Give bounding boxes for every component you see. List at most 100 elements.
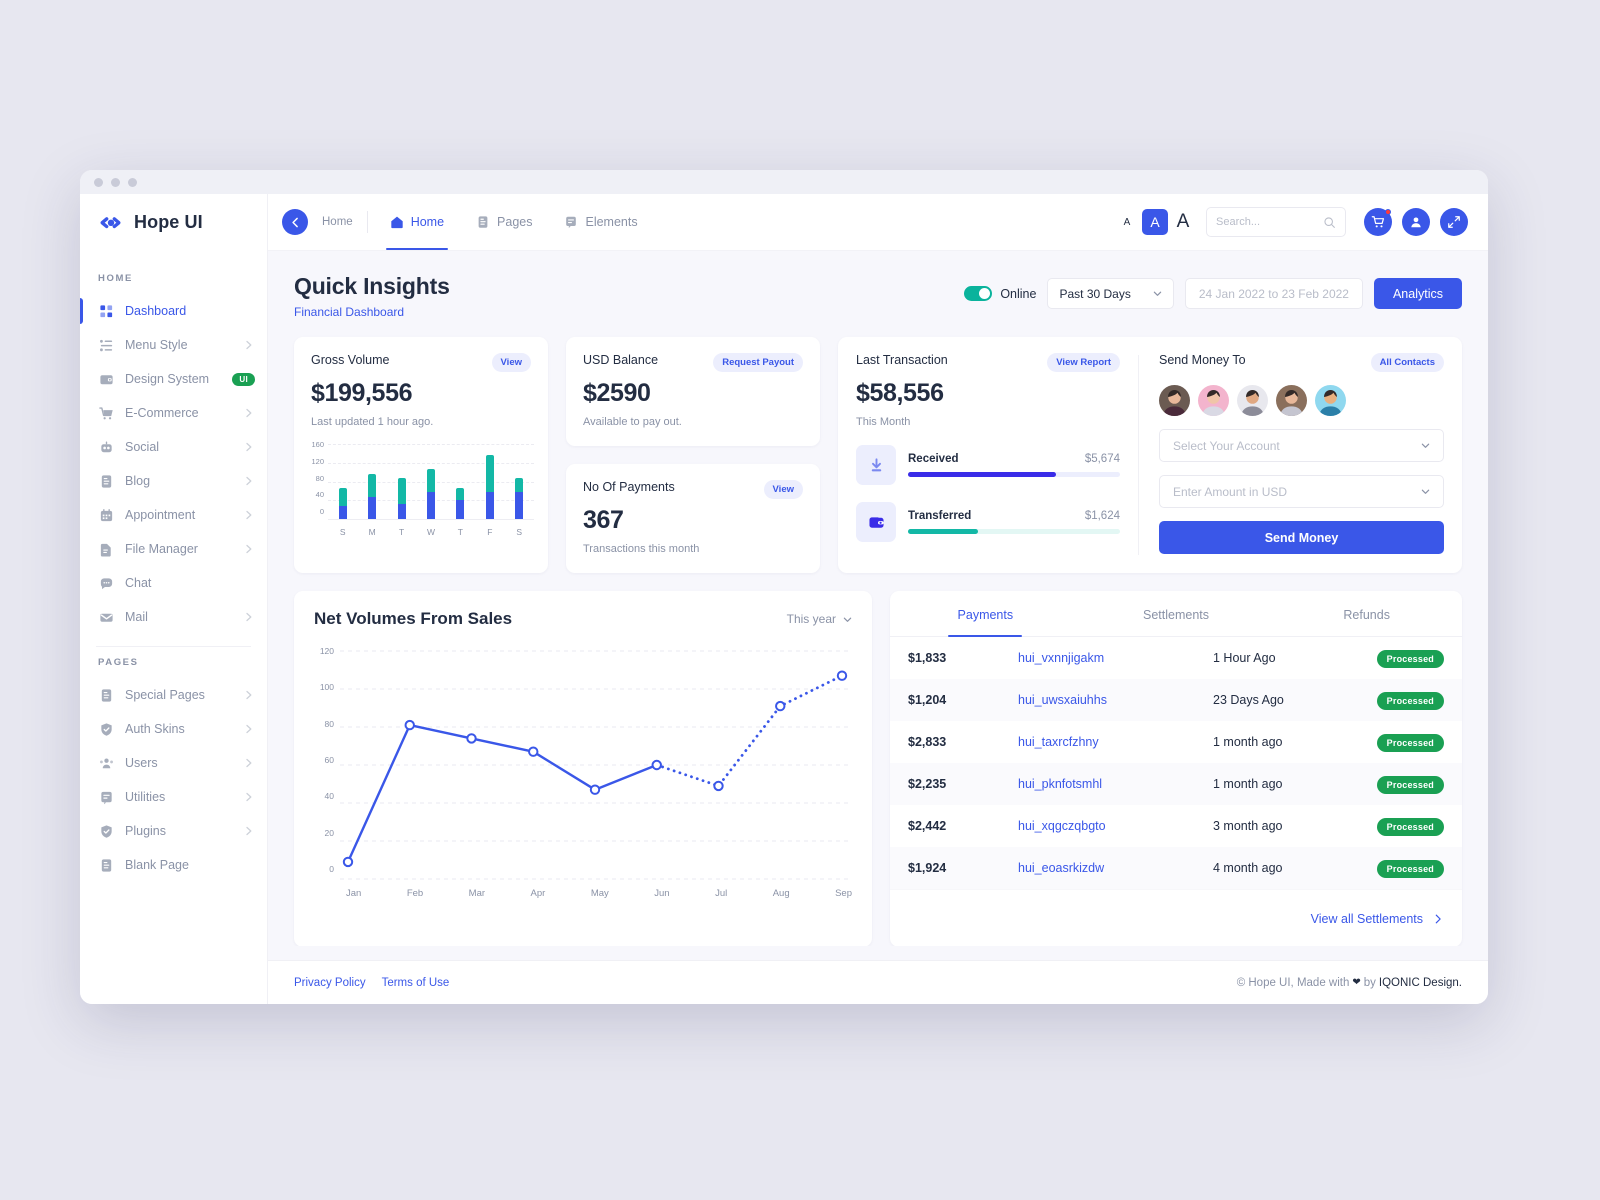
account-button[interactable]: [1402, 208, 1430, 236]
sidebar-item-appointment[interactable]: Appointment: [80, 498, 267, 532]
sidebar-nav[interactable]: HOME Dashboard Menu Style Design System …: [80, 251, 267, 1004]
row-transaction-id[interactable]: hui_taxrcfzhny: [1018, 735, 1213, 749]
all-contacts-button[interactable]: All Contacts: [1370, 353, 1444, 372]
sidebar-item-special-pages[interactable]: Special Pages: [80, 678, 267, 712]
page-title: Quick Insights: [294, 273, 450, 299]
send-money-button[interactable]: Send Money: [1159, 521, 1444, 554]
tab-elements[interactable]: Elements: [550, 194, 651, 250]
sidebar-item-auth-skins[interactable]: Auth Skins: [80, 712, 267, 746]
sidebar-item-chat[interactable]: Chat: [80, 566, 267, 600]
online-toggle-group[interactable]: Online: [964, 286, 1036, 301]
view-all-settlements-link[interactable]: View all Settlements: [1311, 912, 1423, 926]
topbar-tabs[interactable]: Home Pages Elements: [376, 194, 652, 250]
cart-icon: [98, 405, 115, 422]
range-select[interactable]: Past 30 Days: [1047, 278, 1174, 309]
sidebar-item-file-manager[interactable]: File Manager: [80, 532, 267, 566]
row-transaction-id[interactable]: hui_pknfotsmhl: [1018, 777, 1213, 791]
no-of-payments-amount: 367: [583, 506, 624, 534]
table-row[interactable]: $1,833 hui_vxnnjigakm 1 Hour Ago Process…: [890, 637, 1462, 679]
window-close-dot[interactable]: [94, 177, 103, 187]
contact-2[interactable]: [1198, 385, 1229, 416]
avatar: [1276, 385, 1307, 416]
sidebar-item-menu-style[interactable]: Menu Style: [80, 328, 267, 362]
bar-chart-plot: [328, 444, 534, 520]
tab-label: Elements: [585, 215, 638, 229]
elements-icon: [564, 215, 578, 229]
net-volumes-range-dropdown[interactable]: This year: [787, 612, 852, 626]
shield-icon: [98, 823, 115, 840]
sidebar-item-social[interactable]: Social: [80, 430, 267, 464]
footer-link[interactable]: Terms of Use: [382, 977, 450, 989]
table-row[interactable]: $1,204 hui_uwsxaiuhhs 23 Days Ago Proces…: [890, 679, 1462, 721]
page-subtitle[interactable]: Financial Dashboard: [294, 305, 450, 319]
table-row[interactable]: $2,235 hui_pknfotsmhl 1 month ago Proces…: [890, 763, 1462, 805]
date-range-placeholder: 24 Jan 2022 to 23 Feb 2022: [1198, 286, 1349, 301]
window-minimize-dot[interactable]: [111, 177, 120, 187]
row-transaction-id[interactable]: hui_uwsxaiuhhs: [1018, 693, 1213, 707]
font-size-switcher[interactable]: A A A: [1118, 209, 1192, 235]
online-toggle[interactable]: [964, 286, 993, 301]
row-transaction-id[interactable]: hui_xqgczqbgto: [1018, 819, 1213, 833]
bar-x-tick: W: [426, 527, 435, 537]
row-transaction-id[interactable]: hui_vxnnjigakm: [1018, 651, 1213, 665]
sidebar-item-mail[interactable]: Mail: [80, 600, 267, 634]
no-of-payments-view-button[interactable]: View: [763, 480, 803, 499]
table-row[interactable]: $2,833 hui_taxrcfzhny 1 month ago Proces…: [890, 721, 1462, 763]
company-name[interactable]: IQONIC Design.: [1379, 977, 1462, 989]
sidebar-item-label: Menu Style: [125, 338, 188, 352]
transactions-tabs[interactable]: Payments Settlements Refunds: [890, 591, 1462, 637]
sidebar-item-design-system[interactable]: Design System UI: [80, 362, 267, 396]
select-account-field[interactable]: Select Your Account: [1159, 429, 1444, 462]
sidebar-item-plugins[interactable]: Plugins: [80, 814, 267, 848]
row-amount: $1,204: [908, 693, 947, 707]
tab-home[interactable]: Home: [376, 194, 458, 250]
contact-avatars[interactable]: [1159, 385, 1444, 416]
view-report-button[interactable]: View Report: [1047, 353, 1120, 372]
font-size-large[interactable]: A: [1174, 211, 1192, 232]
bar-y-tick: 160: [311, 440, 324, 449]
row-transaction-id[interactable]: hui_eoasrkizdw: [1018, 861, 1213, 875]
line-x-tick: Jul: [715, 888, 728, 899]
search-input[interactable]: [1216, 216, 1323, 228]
font-size-small[interactable]: A: [1118, 213, 1136, 231]
row-amount: $1,833: [908, 651, 947, 665]
tab-pages[interactable]: Pages: [462, 194, 546, 250]
cart-button[interactable]: [1364, 208, 1392, 236]
sidebar-item-e-commerce[interactable]: E-Commerce: [80, 396, 267, 430]
sidebar-item-blog[interactable]: Blog: [80, 464, 267, 498]
expand-button[interactable]: [1440, 208, 1468, 236]
amount-field[interactable]: Enter Amount in USD: [1159, 475, 1444, 508]
contact-1[interactable]: [1159, 385, 1190, 416]
contact-3[interactable]: [1237, 385, 1268, 416]
sidebar-item-users[interactable]: Users: [80, 746, 267, 780]
window-maximize-dot[interactable]: [128, 177, 137, 187]
sidebar-section-heading: PAGES: [98, 657, 139, 668]
table-tab-refunds[interactable]: Refunds: [1271, 591, 1462, 636]
analytics-button[interactable]: Analytics: [1373, 278, 1462, 309]
sidebar-item-utilities[interactable]: Utilities: [80, 780, 267, 814]
font-size-medium[interactable]: A: [1142, 209, 1168, 235]
file-icon: [98, 541, 115, 558]
gross-volume-view-button[interactable]: View: [491, 353, 531, 372]
contact-4[interactable]: [1276, 385, 1307, 416]
table-tab-payments[interactable]: Payments: [890, 591, 1081, 636]
table-tab-settlements[interactable]: Settlements: [1081, 591, 1272, 636]
date-range-input[interactable]: 24 Jan 2022 to 23 Feb 2022: [1184, 278, 1363, 309]
table-row[interactable]: $2,442 hui_xqgczqbgto 3 month ago Proces…: [890, 805, 1462, 847]
bar-x-tick: T: [457, 527, 463, 537]
request-payout-button[interactable]: Request Payout: [713, 353, 803, 372]
pages-icon: [476, 215, 490, 229]
footer-links[interactable]: Privacy Policy Terms of Use: [294, 977, 449, 989]
brand[interactable]: Hope UI: [80, 194, 267, 251]
chevron-right-icon: [246, 758, 252, 768]
sidebar-item-dashboard[interactable]: Dashboard: [80, 294, 267, 328]
footer-link[interactable]: Privacy Policy: [294, 977, 366, 989]
table-row[interactable]: $1,924 hui_eoasrkizdw 4 month ago Proces…: [890, 847, 1462, 889]
search-box[interactable]: [1206, 207, 1346, 237]
sidebar-item-blank-page[interactable]: Blank Page: [80, 848, 267, 882]
back-button[interactable]: [282, 209, 308, 235]
breadcrumb[interactable]: Home: [308, 216, 367, 228]
contact-5[interactable]: [1315, 385, 1346, 416]
line-x-tick: Apr: [530, 888, 546, 899]
bar-y-tick: 120: [311, 456, 324, 466]
